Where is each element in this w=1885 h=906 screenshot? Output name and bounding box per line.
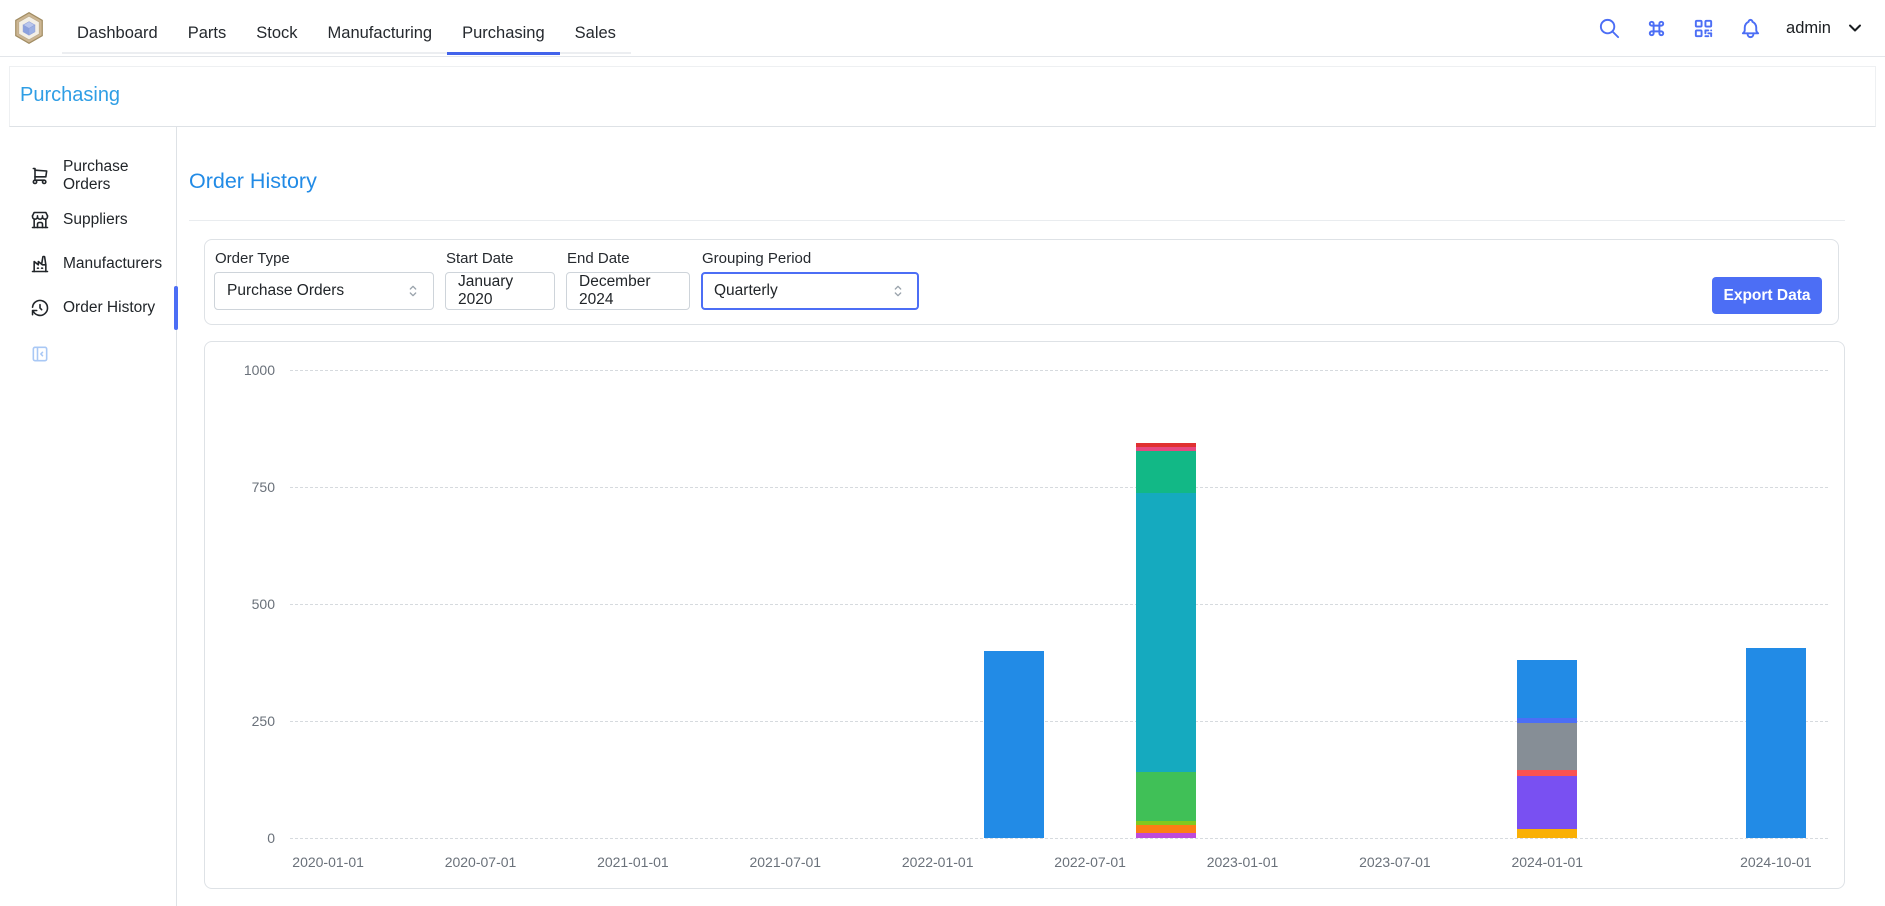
breadcrumb-purchasing[interactable]: Purchasing bbox=[20, 84, 120, 106]
start-date-field: Start Date January 2020 bbox=[445, 250, 555, 314]
bar-segment[interactable] bbox=[1136, 493, 1196, 771]
x-axis-tick-label: 2020-01-01 bbox=[266, 854, 390, 870]
x-axis-tick-label: 2020-07-01 bbox=[419, 854, 543, 870]
bar-segment[interactable] bbox=[1517, 829, 1577, 838]
factory-icon bbox=[30, 254, 50, 274]
end-date-field: End Date December 2024 bbox=[566, 250, 690, 314]
chevron-selector-icon bbox=[890, 283, 906, 299]
history-clock-icon bbox=[30, 298, 50, 318]
tab-stock[interactable]: Stock bbox=[241, 14, 312, 55]
x-axis-tick-label: 2023-07-01 bbox=[1333, 854, 1457, 870]
main-content: Order History Order Type Purchase Orders… bbox=[177, 127, 1885, 906]
x-axis-tick-label: 2024-01-01 bbox=[1485, 854, 1609, 870]
qrcode-scan-icon[interactable] bbox=[1692, 17, 1715, 40]
shopping-cart-icon bbox=[30, 166, 50, 186]
breadcrumb-panel: Purchasing bbox=[9, 66, 1876, 127]
bar-segment[interactable] bbox=[984, 651, 1044, 838]
search-icon[interactable] bbox=[1598, 17, 1621, 40]
x-axis-tick-label: 2023-01-01 bbox=[1181, 854, 1305, 870]
y-axis-tick-label: 250 bbox=[205, 712, 275, 730]
sidebar-item-purchase-orders[interactable]: Purchase Orders bbox=[0, 154, 176, 198]
y-axis-tick-label: 750 bbox=[205, 478, 275, 496]
grouping-period-label: Grouping Period bbox=[701, 250, 919, 267]
y-gridline bbox=[290, 487, 1828, 488]
order-type-select[interactable]: Purchase Orders bbox=[214, 272, 434, 310]
y-gridline bbox=[290, 604, 1828, 605]
bar-segment[interactable] bbox=[1517, 776, 1577, 829]
end-date-value: December 2024 bbox=[579, 273, 677, 309]
x-axis-tick-label: 2022-01-01 bbox=[876, 854, 1000, 870]
title-divider bbox=[189, 220, 1845, 221]
export-data-button[interactable]: Export Data bbox=[1712, 277, 1822, 314]
x-axis-tick-label: 2021-07-01 bbox=[723, 854, 847, 870]
sidebar-item-label: Manufacturers bbox=[63, 255, 162, 273]
grouping-period-value: Quarterly bbox=[714, 282, 778, 300]
y-axis-tick-label: 500 bbox=[205, 595, 275, 613]
filter-panel: Order Type Purchase Orders Start Date Ja… bbox=[204, 239, 1839, 325]
tab-parts[interactable]: Parts bbox=[173, 14, 242, 55]
order-history-chart: 0 250 500 750 1000 2020-01-01 2020-07-01 2021-0… bbox=[204, 341, 1845, 889]
sidebar-item-manufacturers[interactable]: Manufacturers bbox=[0, 242, 176, 286]
tab-sales[interactable]: Sales bbox=[560, 14, 631, 55]
inventree-logo-icon[interactable] bbox=[12, 11, 46, 45]
sidebar-item-label: Purchase Orders bbox=[63, 158, 176, 194]
bell-icon[interactable] bbox=[1739, 17, 1762, 40]
tab-manufacturing[interactable]: Manufacturing bbox=[313, 14, 448, 55]
end-date-label: End Date bbox=[566, 250, 690, 267]
y-gridline bbox=[290, 838, 1828, 839]
bar-segment[interactable] bbox=[1136, 772, 1196, 821]
export-wrap: Export Data bbox=[1712, 277, 1822, 314]
bar-segment[interactable] bbox=[1136, 825, 1196, 833]
y-gridline bbox=[290, 721, 1828, 722]
sidebar-item-label: Suppliers bbox=[63, 211, 128, 229]
sidebar-collapse-icon[interactable] bbox=[30, 344, 50, 364]
y-axis-tick-label: 1000 bbox=[205, 361, 275, 379]
x-axis-tick-label: 2022-07-01 bbox=[1028, 854, 1152, 870]
bar-segment[interactable] bbox=[1517, 770, 1577, 776]
page-title: Order History bbox=[189, 169, 1885, 194]
bar-segment[interactable] bbox=[1136, 447, 1196, 451]
command-icon[interactable] bbox=[1645, 17, 1668, 40]
y-axis-tick-label: 0 bbox=[205, 829, 275, 847]
sidebar-item-label: Order History bbox=[63, 299, 155, 317]
bar-segment[interactable] bbox=[1517, 718, 1577, 723]
bar-segment[interactable] bbox=[1517, 660, 1577, 718]
storefront-icon bbox=[30, 210, 50, 230]
x-axis-tick-label: 2021-01-01 bbox=[571, 854, 695, 870]
start-date-input[interactable]: January 2020 bbox=[445, 272, 555, 310]
username-label: admin bbox=[1786, 19, 1831, 38]
end-date-input[interactable]: December 2024 bbox=[566, 272, 690, 310]
grouping-period-select[interactable]: Quarterly bbox=[701, 272, 919, 310]
main-nav-tabs: Dashboard Parts Stock Manufacturing Purc… bbox=[62, 8, 631, 54]
start-date-value: January 2020 bbox=[458, 273, 542, 309]
order-type-field: Order Type Purchase Orders bbox=[214, 250, 434, 314]
bar-segment[interactable] bbox=[1136, 443, 1196, 447]
y-gridline bbox=[290, 370, 1828, 371]
tab-dashboard[interactable]: Dashboard bbox=[62, 14, 173, 55]
chevron-selector-icon bbox=[405, 283, 421, 299]
sidebar-item-suppliers[interactable]: Suppliers bbox=[0, 198, 176, 242]
sidebar-item-order-history[interactable]: Order History bbox=[0, 286, 176, 330]
bar-segment[interactable] bbox=[1746, 648, 1806, 838]
tab-purchasing[interactable]: Purchasing bbox=[447, 14, 560, 55]
bar-segment[interactable] bbox=[1136, 833, 1196, 838]
bar-segment[interactable] bbox=[1136, 451, 1196, 493]
order-type-value: Purchase Orders bbox=[227, 282, 344, 300]
order-type-label: Order Type bbox=[214, 250, 434, 267]
user-menu[interactable]: admin bbox=[1786, 18, 1865, 38]
bar-segment[interactable] bbox=[1136, 821, 1196, 825]
bar-segment[interactable] bbox=[1517, 723, 1577, 770]
sidebar: Purchase Orders Suppliers Manufacturers … bbox=[0, 127, 177, 906]
chevron-down-icon bbox=[1845, 18, 1865, 38]
start-date-label: Start Date bbox=[445, 250, 555, 267]
grouping-period-field: Grouping Period Quarterly bbox=[701, 250, 919, 314]
x-axis-tick-label: 2024-10-01 bbox=[1714, 854, 1838, 870]
header-actions: admin bbox=[1598, 17, 1865, 40]
top-navbar: Dashboard Parts Stock Manufacturing Purc… bbox=[0, 0, 1885, 57]
